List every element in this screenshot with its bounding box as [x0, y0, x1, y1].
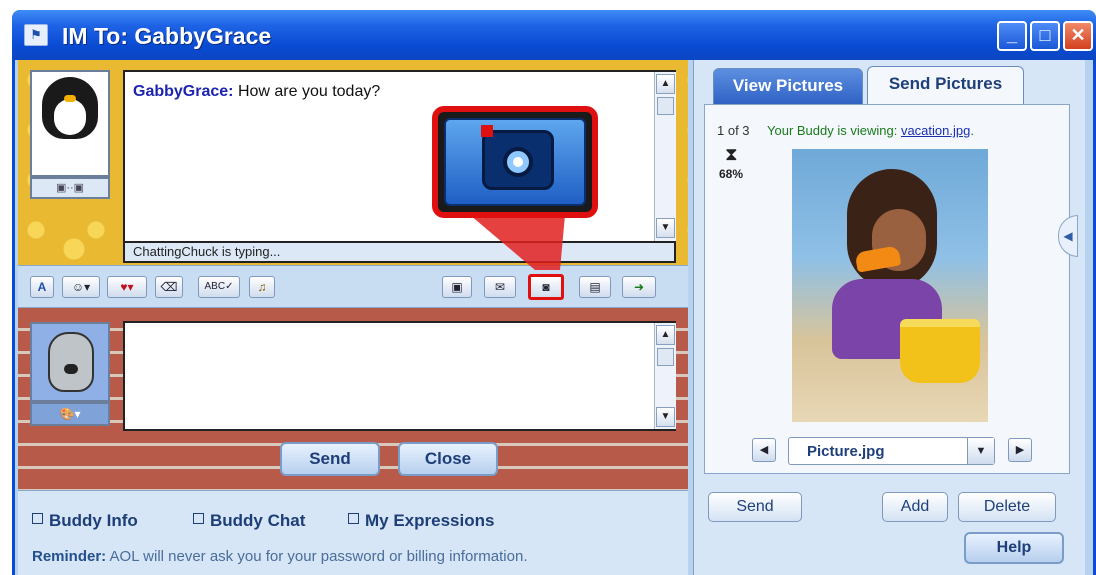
- conversation-scrollbar[interactable]: ▲ ▼: [654, 72, 676, 241]
- checkbox-icon: [348, 513, 359, 524]
- pictures-panel: View Pictures Send Pictures 1 of 3 Your …: [693, 60, 1085, 575]
- send-pictures-panel: 1 of 3 Your Buddy is viewing: vacation.j…: [704, 104, 1070, 474]
- scroll-down-icon[interactable]: ▼: [656, 218, 675, 238]
- camera-icon[interactable]: ◙: [528, 274, 564, 300]
- compose-scrollbar[interactable]: ▲ ▼: [654, 323, 676, 429]
- buddy-chat-label: Buddy Chat: [210, 511, 306, 530]
- scroll-up-icon[interactable]: ▲: [656, 74, 675, 94]
- video-icon[interactable]: ▣: [442, 276, 472, 298]
- buddy-info-link[interactable]: Buddy Info: [32, 511, 138, 531]
- viewing-prefix: Your Buddy is viewing:: [767, 123, 898, 138]
- close-window-button[interactable]: ✕: [1063, 21, 1093, 51]
- scroll-down-icon[interactable]: ▼: [656, 407, 675, 427]
- dog-icon: [48, 332, 94, 392]
- scroll-up-icon[interactable]: ▲: [656, 325, 675, 345]
- help-button[interactable]: Help: [964, 532, 1064, 564]
- eraser-icon[interactable]: ⌫: [155, 276, 183, 298]
- message-sender: GabbyGrace:: [133, 83, 234, 100]
- next-picture-icon[interactable]: ▶: [1008, 438, 1032, 462]
- film-icon[interactable]: ▤: [579, 276, 611, 298]
- typing-status: ChattingChuck is typing...: [123, 243, 676, 263]
- delete-picture-button[interactable]: Delete: [958, 492, 1056, 522]
- spell-check-icon[interactable]: ABC✓: [198, 276, 240, 298]
- heart-icon[interactable]: ♥▾: [107, 276, 147, 298]
- palette-icon[interactable]: 🎨▾: [30, 402, 110, 426]
- reminder-body: AOL will never ask you for your password…: [109, 548, 528, 565]
- tab-send-pictures[interactable]: Send Pictures: [867, 66, 1024, 104]
- picture-preview: [792, 149, 988, 422]
- share-arrow-icon[interactable]: ➜: [622, 276, 656, 298]
- camera-icon: [481, 125, 554, 190]
- buddy-avatar[interactable]: [30, 70, 110, 177]
- font-icon[interactable]: A: [30, 276, 54, 298]
- picture-select[interactable]: Picture.jpg ▼: [788, 437, 995, 465]
- voice-icon[interactable]: ✉: [484, 276, 516, 298]
- connection-status-icon[interactable]: ▣··▣: [30, 177, 110, 199]
- smiley-icon[interactable]: ☺▾: [62, 276, 100, 298]
- im-window: ⚑ IM To: GabbyGrace _ □ ✕ ▣··▣ GabbyGrac…: [12, 10, 1096, 575]
- camera-callout: [432, 106, 598, 218]
- formatting-toolbar: A ☺▾ ♥▾ ⌫ ABC✓ ♫ ▣ ✉ ◙ ▤ ➜: [18, 265, 688, 308]
- buddy-chat-link[interactable]: Buddy Chat: [193, 511, 305, 531]
- add-picture-button[interactable]: Add: [882, 492, 948, 522]
- checkbox-icon: [193, 513, 204, 524]
- hourglass-icon: ⧗: [725, 144, 738, 164]
- maximize-icon: □: [1039, 25, 1051, 45]
- bottom-links-area: Buddy Info Buddy Chat My Expressions Rem…: [18, 490, 688, 575]
- my-avatar[interactable]: [30, 322, 110, 402]
- tab-view-pictures[interactable]: View Pictures: [713, 68, 863, 104]
- viewing-file-link[interactable]: vacation.jpg: [901, 123, 970, 138]
- send-button[interactable]: Send: [280, 442, 380, 476]
- scroll-thumb[interactable]: [657, 97, 674, 115]
- reminder-text: Reminder: AOL will never ask you for you…: [32, 548, 528, 565]
- close-button[interactable]: Close: [398, 442, 498, 476]
- picture-counter: 1 of 3: [717, 123, 750, 138]
- maximize-button[interactable]: □: [1030, 21, 1060, 51]
- viewing-suffix: .: [970, 123, 974, 138]
- viewing-status: Your Buddy is viewing: vacation.jpg.: [767, 123, 974, 138]
- close-icon: ✕: [1070, 25, 1086, 45]
- buddy-info-label: Buddy Info: [49, 511, 138, 530]
- compose-area: 🎨▾ ▲ ▼ Send Close: [18, 308, 688, 490]
- music-icon[interactable]: ♫: [249, 276, 275, 298]
- message-input[interactable]: ▲ ▼: [123, 321, 676, 431]
- aim-app-icon: ⚑: [24, 24, 48, 46]
- picture-select-value: Picture.jpg: [807, 443, 885, 460]
- message-text: How are you today?: [237, 83, 381, 100]
- scroll-thumb[interactable]: [657, 348, 674, 366]
- penguin-icon: [42, 77, 98, 139]
- callout-button-face: [444, 118, 586, 206]
- minimize-button[interactable]: _: [997, 21, 1027, 51]
- title-bar: ⚑ IM To: GabbyGrace _ □ ✕: [12, 10, 1096, 60]
- chat-message: GabbyGrace: How are you today?: [133, 83, 380, 101]
- my-expressions-label: My Expressions: [365, 511, 495, 530]
- chevron-down-icon[interactable]: ▼: [967, 438, 994, 464]
- send-picture-button[interactable]: Send: [708, 492, 802, 522]
- window-title: IM To: GabbyGrace: [62, 23, 272, 49]
- reminder-label: Reminder:: [32, 548, 107, 565]
- minimize-icon: _: [1006, 25, 1017, 45]
- transfer-progress: 68%: [719, 167, 744, 181]
- my-expressions-link[interactable]: My Expressions: [348, 511, 494, 531]
- previous-picture-icon[interactable]: ◀: [752, 438, 776, 462]
- checkbox-icon: [32, 513, 43, 524]
